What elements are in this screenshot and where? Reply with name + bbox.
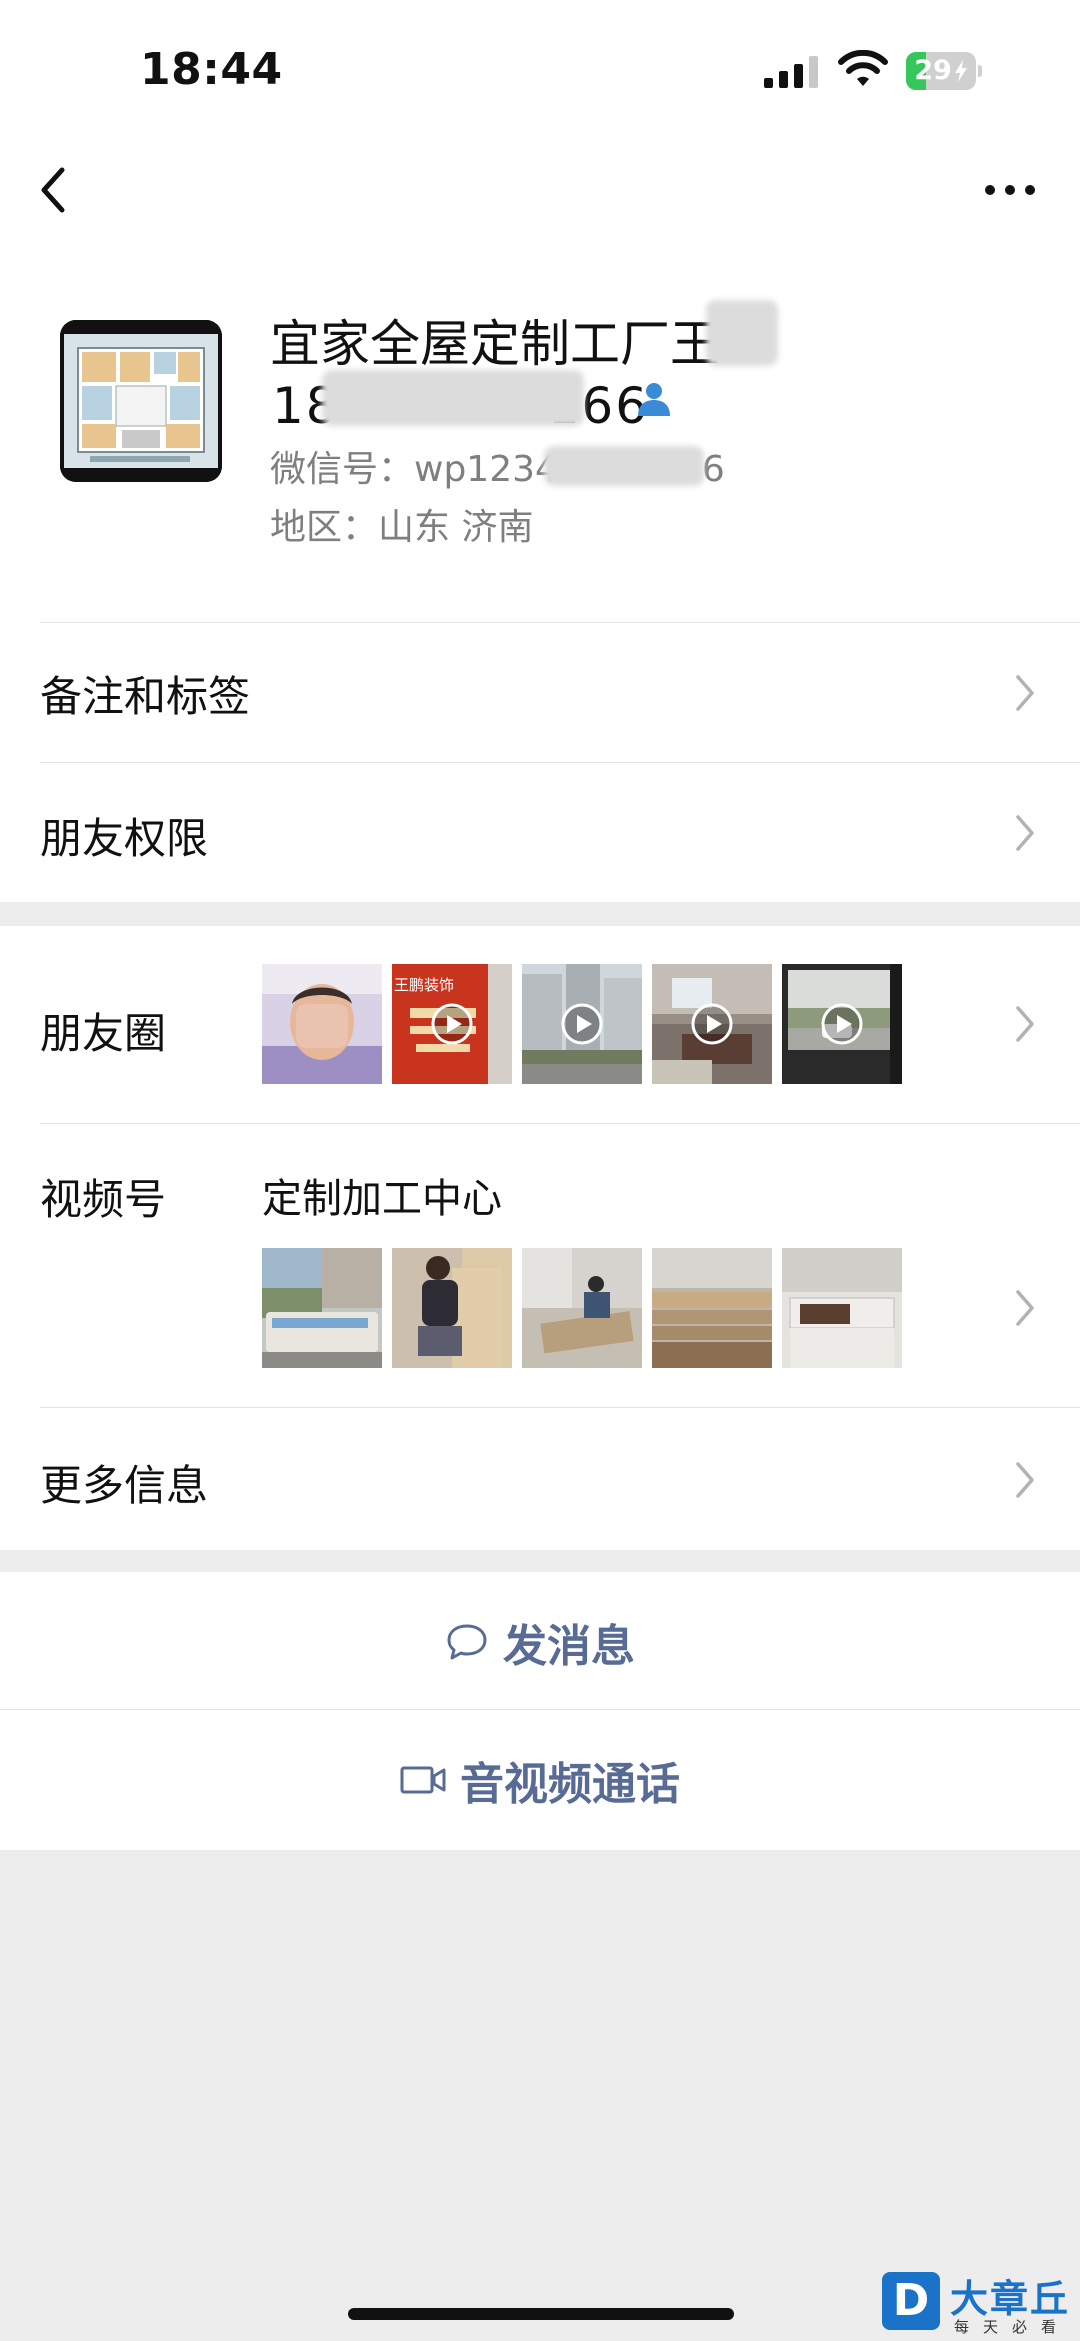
- chevron-right-icon: [1016, 675, 1034, 711]
- play-icon: [561, 1003, 603, 1045]
- channels-row[interactable]: 视频号 定制加工中心: [0, 1124, 1080, 1406]
- watermark: D 大章丘 每天必看: [880, 2268, 1080, 2338]
- contact-person-icon[interactable]: [634, 378, 674, 418]
- cellular-signal-icon: [764, 56, 818, 88]
- channels-label: 视频号: [40, 1175, 167, 1224]
- home-indicator: [348, 2308, 734, 2320]
- channel-thumbnail[interactable]: [522, 1248, 642, 1368]
- more-info-row[interactable]: 更多信息: [0, 1408, 1080, 1550]
- status-time: 18:44: [140, 44, 283, 95]
- chat-bubble-icon: [447, 1624, 487, 1660]
- friend-permissions-row[interactable]: 朋友权限: [0, 763, 1080, 901]
- more-info-label: 更多信息: [40, 1461, 209, 1510]
- moments-thumbnail-video[interactable]: [522, 964, 642, 1084]
- video-call-button[interactable]: 音视频通话: [0, 1710, 1080, 1850]
- video-call-label: 音视频通话: [460, 1759, 680, 1810]
- channel-thumbnail[interactable]: [262, 1248, 382, 1368]
- permissions-label: 朋友权限: [40, 814, 209, 863]
- send-message-button[interactable]: 发消息: [0, 1572, 1080, 1712]
- moments-sign-text: 王鹏装饰: [394, 976, 455, 994]
- watermark-logo: D: [882, 2272, 940, 2330]
- video-camera-icon: [400, 1766, 446, 1794]
- remarks-label: 备注和标签: [40, 672, 251, 721]
- moments-thumbnail-video[interactable]: 王鹏装饰: [392, 964, 512, 1084]
- region: 地区：山东 济南: [270, 507, 534, 548]
- channel-thumbnail[interactable]: [392, 1248, 512, 1368]
- moments-thumbnail-video[interactable]: [782, 964, 902, 1084]
- battery-indicator: 29: [906, 52, 982, 90]
- chevron-right-icon: [1016, 1006, 1034, 1042]
- avatar[interactable]: [60, 320, 222, 482]
- channel-thumbnail[interactable]: [782, 1248, 902, 1368]
- remarks-and-tags-row[interactable]: 备注和标签: [0, 623, 1080, 761]
- send-message-label: 发消息: [503, 1621, 635, 1672]
- channel-name: 定制加工中心: [262, 1176, 502, 1222]
- moments-row[interactable]: 朋友圈 王鹏装饰: [0, 926, 1080, 1122]
- watermark-title: 大章丘: [950, 2277, 1071, 2321]
- moments-label: 朋友圈: [40, 1009, 167, 1058]
- redaction-mask: [706, 300, 778, 366]
- moments-thumbnail-video[interactable]: [652, 964, 772, 1084]
- redaction-mask: [322, 370, 584, 426]
- more-icon[interactable]: [980, 170, 1040, 210]
- channel-thumbnail[interactable]: [652, 1248, 772, 1368]
- play-icon: [691, 1003, 733, 1045]
- chevron-right-icon: [1016, 815, 1034, 851]
- back-chevron-icon[interactable]: [30, 160, 80, 220]
- floor-plan-image: [60, 320, 222, 482]
- chevron-right-icon: [1016, 1462, 1034, 1498]
- chevron-right-icon: [1016, 1290, 1034, 1326]
- wifi-icon: [838, 50, 888, 86]
- redaction-mask: [544, 446, 704, 486]
- play-icon: [821, 1003, 863, 1045]
- play-icon: [431, 1003, 473, 1045]
- moments-thumbnail[interactable]: [262, 964, 382, 1084]
- battery-percent: 29: [914, 55, 952, 86]
- watermark-subtitle: 每天必看: [954, 2318, 1071, 2336]
- charging-bolt-icon: [955, 60, 967, 82]
